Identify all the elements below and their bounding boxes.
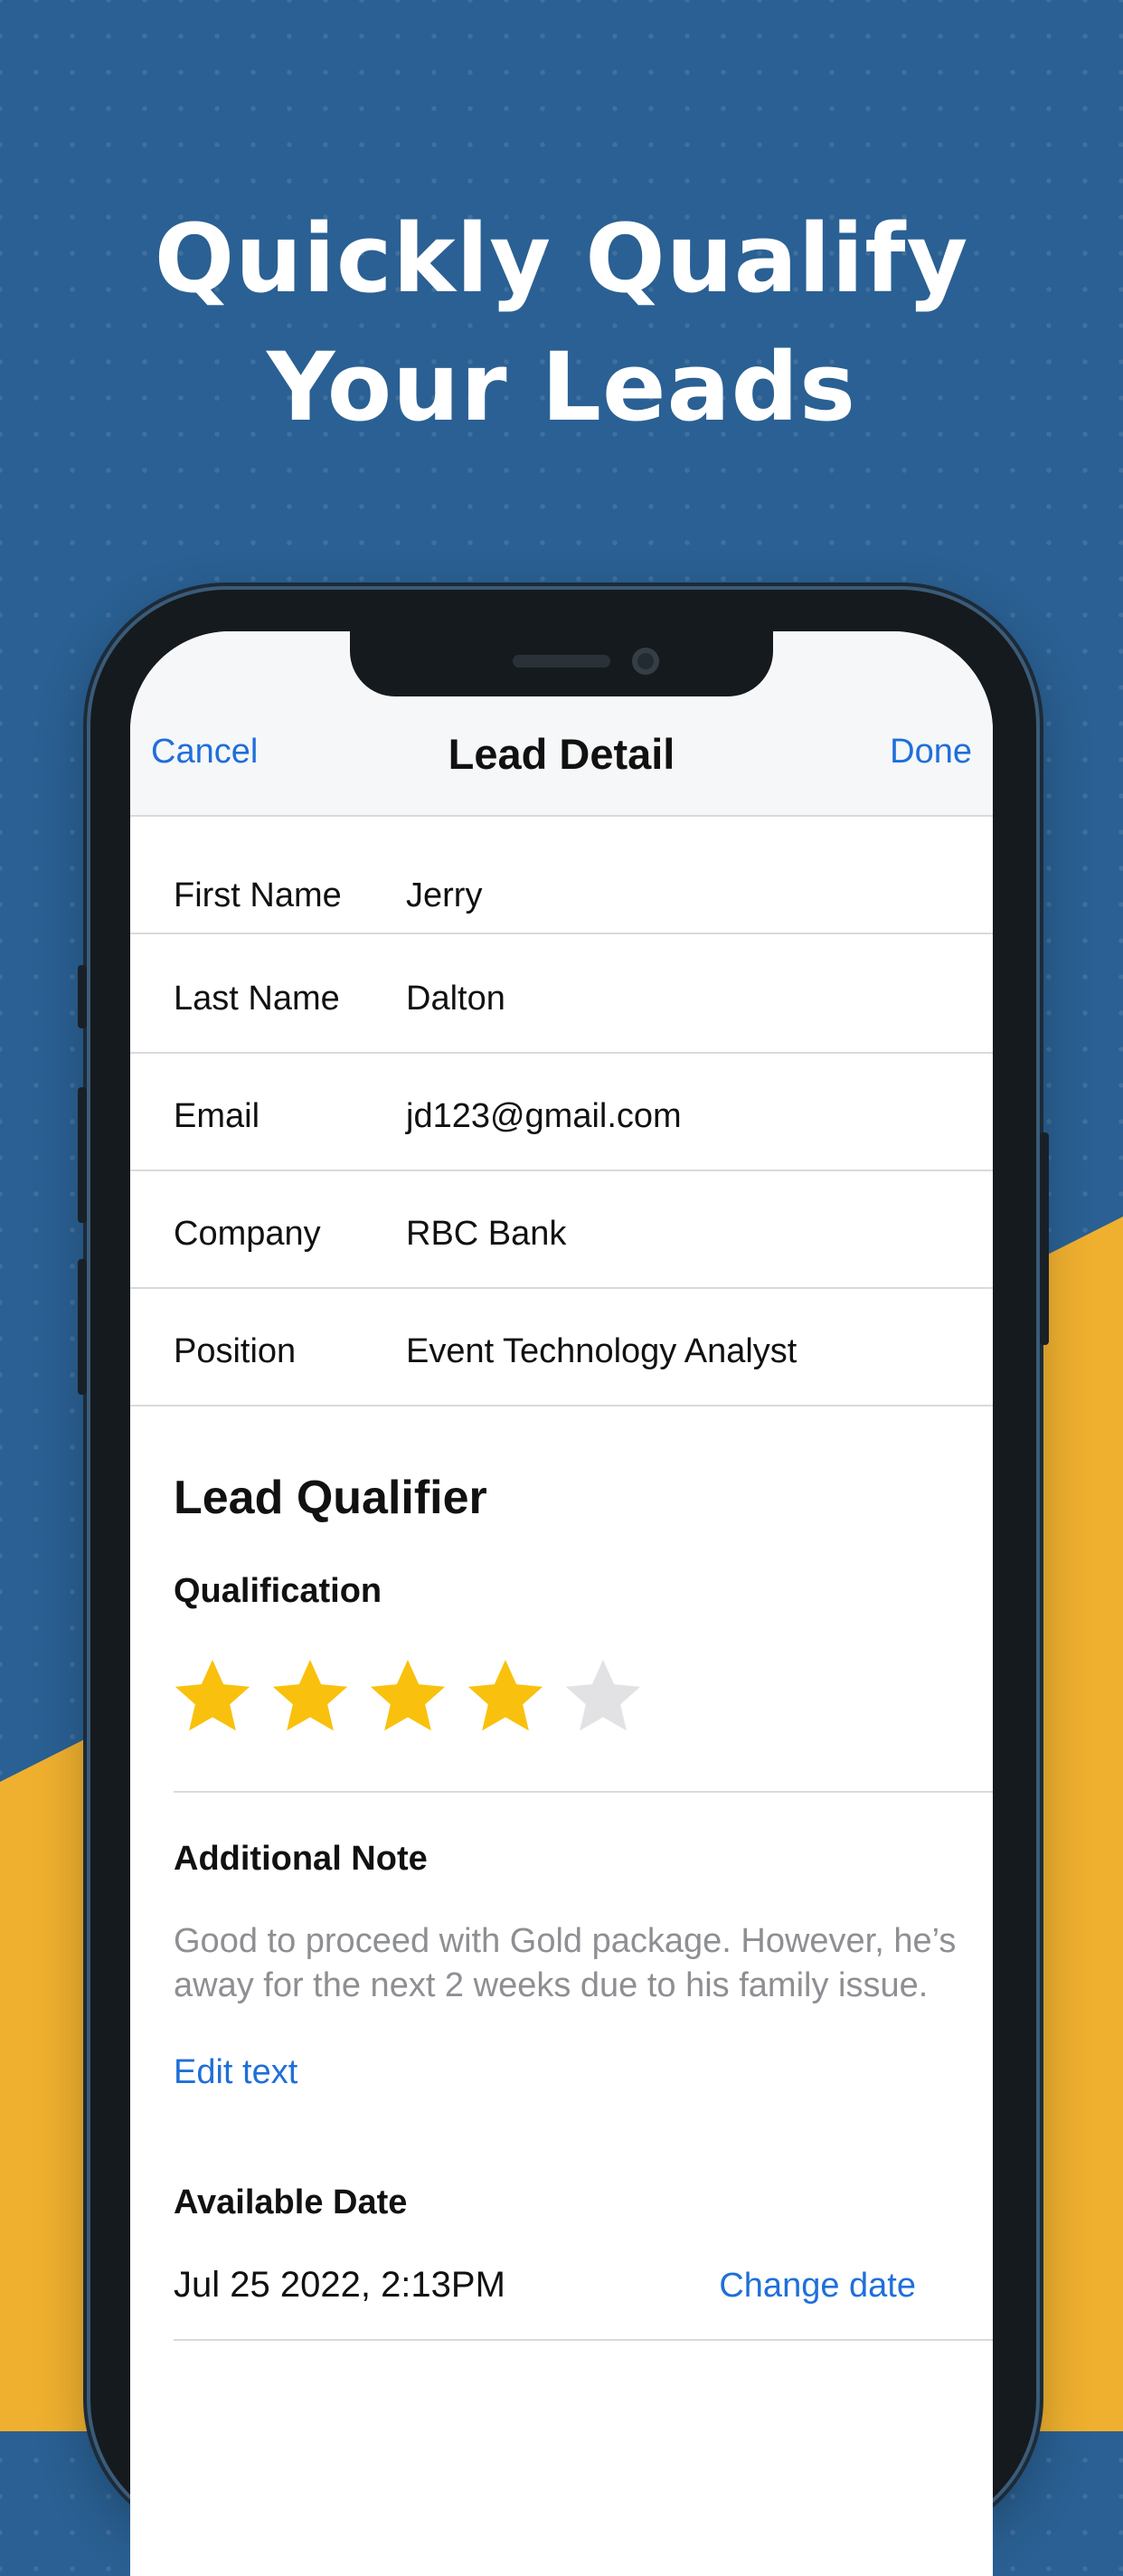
phone-volume-up xyxy=(78,1087,87,1223)
company-row[interactable]: Company RBC Bank xyxy=(130,1170,993,1289)
change-date-link[interactable]: Change date xyxy=(719,2267,916,2306)
last-name-row[interactable]: Last Name Dalton xyxy=(130,934,993,1054)
company-label: Company xyxy=(174,1215,321,1253)
available-date-value: Jul 25 2022, 2:13PM xyxy=(174,2265,505,2305)
position-row[interactable]: Position Event Technology Analyst xyxy=(130,1287,993,1406)
position-label: Position xyxy=(174,1332,297,1370)
lead-qualifier-heading: Lead Qualifier xyxy=(174,1472,487,1524)
phone-silent-switch xyxy=(78,965,87,1028)
email-row[interactable]: Email jd123@gmail.com xyxy=(130,1052,993,1171)
headline-line-2: Your Leads xyxy=(266,332,857,442)
available-date-label: Available Date xyxy=(174,2183,408,2221)
star-icon[interactable] xyxy=(170,1653,255,1738)
phone-frame: Cancel Lead Detail Done First Name Jerry… xyxy=(78,590,1049,2576)
phone-power-button xyxy=(1040,1132,1049,1345)
speaker-grille xyxy=(513,655,610,668)
first-name-field[interactable]: Jerry xyxy=(406,876,482,915)
email-label: Email xyxy=(174,1097,260,1135)
company-field[interactable]: RBC Bank xyxy=(406,1215,566,1254)
page-title: Lead Detail xyxy=(448,730,675,778)
star-icon[interactable] xyxy=(365,1653,450,1738)
star-icon[interactable] xyxy=(268,1653,353,1738)
qualifier-divider xyxy=(174,1791,993,1793)
first-name-row[interactable]: First Name Jerry xyxy=(130,815,993,934)
first-name-label: First Name xyxy=(174,876,342,914)
phone-screen: Cancel Lead Detail Done First Name Jerry… xyxy=(130,631,993,2576)
headline: Quickly Qualify Your Leads xyxy=(0,194,1123,451)
phone-notch xyxy=(350,631,773,696)
date-divider xyxy=(174,2339,993,2341)
star-icon[interactable] xyxy=(561,1653,646,1738)
edit-text-link[interactable]: Edit text xyxy=(174,2053,297,2092)
camera-icon xyxy=(632,648,659,675)
star-icon[interactable] xyxy=(463,1653,548,1738)
additional-note-label: Additional Note xyxy=(174,1840,428,1878)
email-field[interactable]: jd123@gmail.com xyxy=(406,1097,682,1136)
note-text: Good to proceed with Gold package. Howev… xyxy=(174,1922,957,2004)
qualification-label: Qualification xyxy=(174,1572,382,1610)
position-field[interactable]: Event Technology Analyst xyxy=(406,1332,797,1371)
last-name-field[interactable]: Dalton xyxy=(406,980,505,1018)
headline-line-1: Quickly Qualify xyxy=(154,204,969,314)
done-button[interactable]: Done xyxy=(890,733,972,772)
phone-volume-down xyxy=(78,1259,87,1395)
last-name-label: Last Name xyxy=(174,980,340,1018)
